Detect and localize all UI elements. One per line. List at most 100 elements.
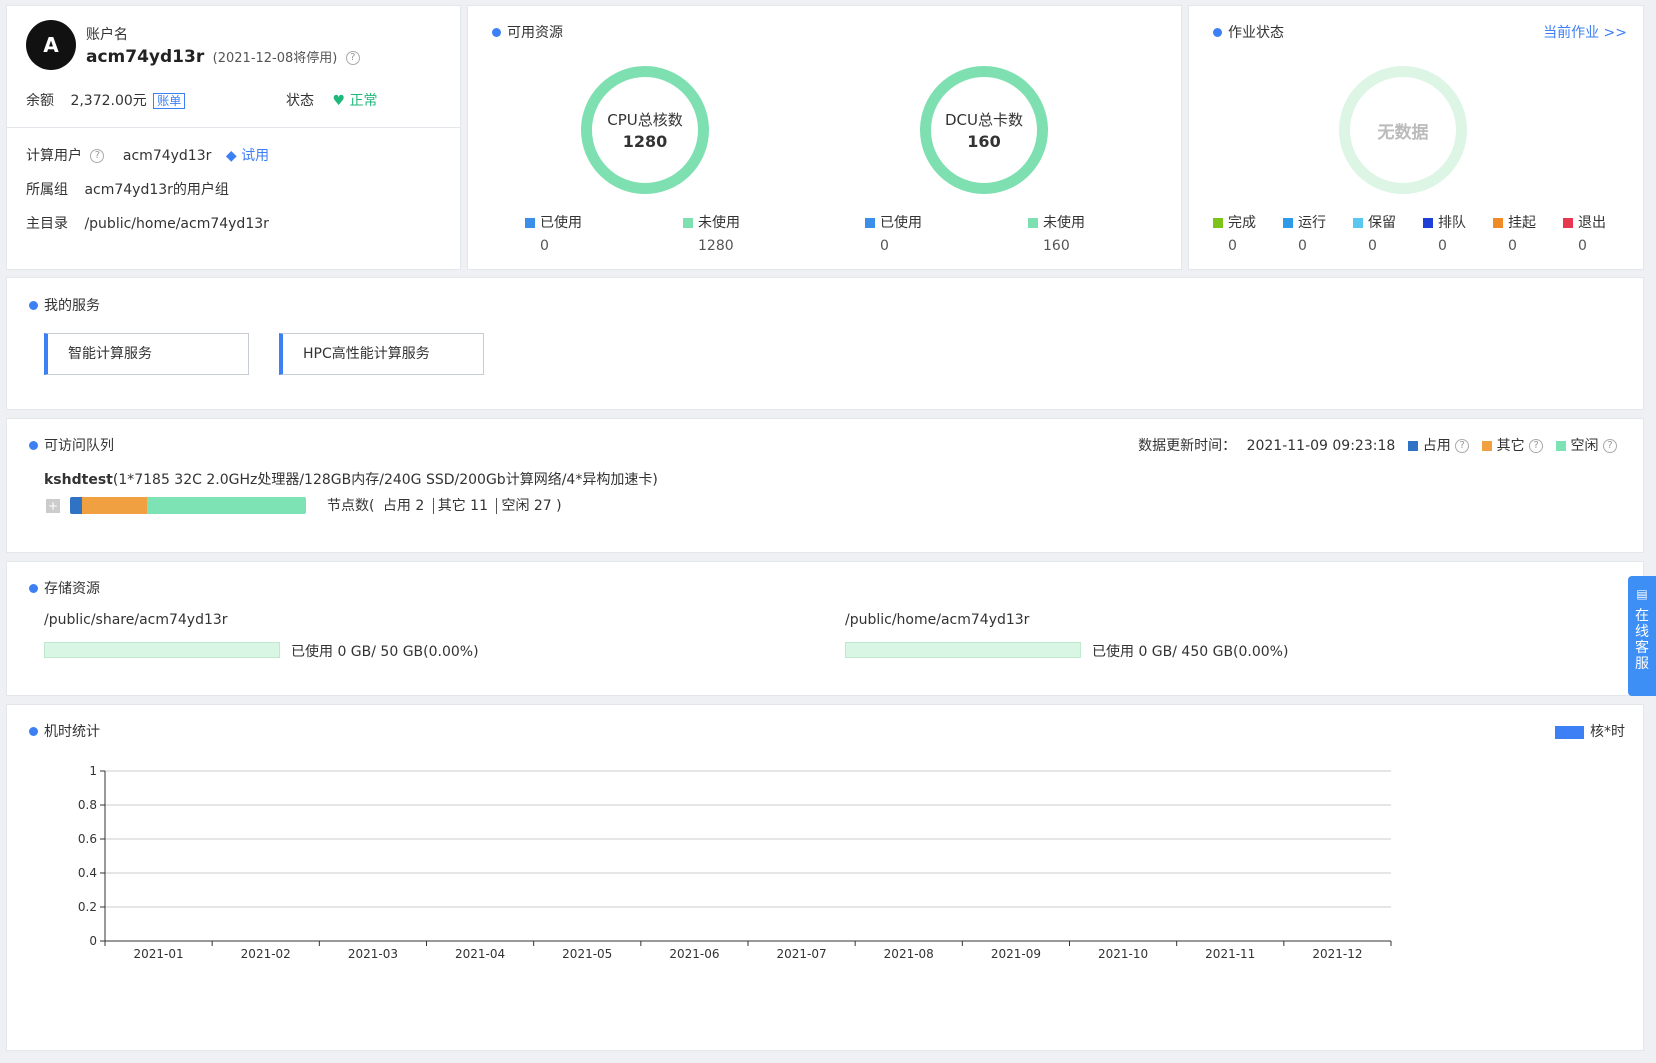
x-tick-label: 2021-03 — [348, 947, 398, 961]
job-state-5: 退出 0 — [1563, 212, 1606, 254]
services-card: 我的服务 智能计算服务 HPC高性能计算服务 — [6, 277, 1644, 410]
balance-value: 2,372.00元 — [70, 93, 147, 109]
cpu-total: 1280 — [622, 132, 668, 151]
account-card: A 账户名 acm74yd13r (2021-12-08将停用) ? 余额 2,… — [6, 5, 461, 270]
x-tick-label: 2021-10 — [1098, 947, 1148, 961]
queue-heading: kshdtest(1*7185 32C 2.0GHz处理器/128GB内存/24… — [44, 469, 658, 489]
job-state-swatch — [1283, 218, 1293, 228]
machine-time-title: 机时统计 — [29, 721, 100, 741]
help-icon[interactable]: ? — [345, 51, 360, 65]
update-label: 数据更新时间： — [1138, 438, 1237, 454]
jobs-title-text: 作业状态 — [1228, 25, 1284, 41]
home-value: /public/home/acm74yd13r — [84, 216, 269, 232]
y-tick-label: 0.6 — [78, 832, 97, 846]
x-tick-label: 2021-05 — [562, 947, 612, 961]
no-data-text: 无数据 — [1377, 122, 1429, 143]
trial-badge: 试用 — [241, 148, 270, 164]
resources-title: 可用资源 — [492, 22, 563, 42]
dcu-used-label: 已使用 — [880, 215, 922, 231]
used-swatch — [525, 218, 535, 228]
storage-path: /public/share/acm74yd13r — [44, 612, 228, 628]
side-tab-char: 线 — [1635, 624, 1649, 640]
cpu-used-label: 已使用 — [540, 215, 582, 231]
job-state-4: 挂起 0 — [1493, 212, 1536, 254]
jobs-card: 作业状态 当前作业 >> 无数据 完成 0 运行 0 保留 0 排队 0 挂起 0 退出 0 — [1188, 5, 1644, 270]
idle-swatch — [1555, 441, 1566, 451]
chart-legend[interactable]: 核*时 — [1555, 721, 1625, 741]
account-label: 账户名 — [86, 27, 128, 43]
job-state-swatch — [1213, 218, 1223, 228]
job-state-value: 0 — [1578, 238, 1587, 254]
expire-note: (2021-12-08将停用) — [212, 51, 338, 66]
y-tick-label: 0.8 — [78, 798, 97, 812]
node-other: 其它 11 — [432, 498, 488, 514]
legend-swatch — [1555, 725, 1584, 739]
y-tick-label: 1 — [89, 764, 97, 778]
node-prefix: 节点数( — [327, 498, 375, 514]
compute-user-label: 计算用户 — [26, 148, 82, 164]
ai-compute-service-button[interactable]: 智能计算服务 — [44, 333, 249, 375]
cpu-ring: CPU总核数 1280 — [581, 66, 709, 194]
job-state-swatch — [1353, 218, 1363, 228]
account-name-text: acm74yd13r — [86, 47, 205, 67]
queues-title: 可访问队列 — [29, 435, 114, 455]
hpc-service-button[interactable]: HPC高性能计算服务 — [279, 333, 484, 375]
job-state-label: 挂起 — [1508, 215, 1536, 231]
help-icon[interactable]: ? — [1603, 439, 1617, 453]
queue-update-info: 数据更新时间： 2021-11-09 09:23:18 占用 ? 其它 ? 空闲… — [1138, 435, 1617, 455]
avatar: A — [26, 20, 76, 70]
job-state-value: 0 — [1438, 238, 1447, 254]
job-state-swatch — [1423, 218, 1433, 228]
side-tab-char: 服 — [1635, 656, 1649, 672]
unused-swatch — [683, 218, 693, 228]
compute-user-row: 计算用户 ? acm74yd13r ◆ 试用 — [26, 145, 269, 165]
update-time: 2021-11-09 09:23:18 — [1246, 438, 1396, 454]
help-icon[interactable]: ? — [1455, 439, 1470, 453]
cpu-label: CPU总核数 — [607, 111, 683, 129]
bill-link[interactable]: 账单 — [153, 93, 186, 109]
node-counts: 节点数( 占用 2 其它 11 空闲 27 ) — [327, 495, 562, 515]
cpu-used-value: 0 — [540, 238, 549, 254]
job-state-swatch — [1493, 218, 1503, 228]
help-icon[interactable]: ? — [1529, 439, 1544, 453]
services-title: 我的服务 — [29, 295, 100, 315]
job-state-label: 退出 — [1578, 215, 1606, 231]
used-swatch — [1407, 441, 1418, 451]
dcu-label: DCU总卡数 — [944, 111, 1023, 129]
cpu-unused: 未使用 1280 — [683, 212, 740, 254]
storage-card: 存储资源 /public/share/acm74yd13r 已使用 0 GB/ … — [6, 561, 1644, 696]
help-icon[interactable]: ? — [90, 149, 105, 163]
account-name: acm74yd13r (2021-12-08将停用) ? — [86, 47, 360, 67]
group-value: acm74yd13r的用户组 — [84, 182, 229, 198]
storage-bar — [44, 642, 280, 658]
machine-time-title-text: 机时统计 — [44, 724, 100, 740]
home-label: 主目录 — [26, 216, 68, 232]
node-usage-bar — [70, 497, 306, 514]
group-label: 所属组 — [26, 182, 68, 198]
dcu-unused-label: 未使用 — [1043, 215, 1085, 231]
dcu-used-value: 0 — [880, 238, 889, 254]
chat-icon: ▤ — [1636, 587, 1648, 601]
side-tab-char: 客 — [1635, 640, 1649, 656]
storage-path: /public/home/acm74yd13r — [845, 612, 1030, 628]
expand-icon[interactable]: + — [46, 499, 60, 513]
status-row: 状态 ♥ 正常 — [286, 90, 377, 110]
online-service-tab[interactable]: ▤ 在 线 客 服 — [1628, 576, 1656, 696]
x-tick-label: 2021-12 — [1312, 947, 1362, 961]
storage-usage: 已使用 0 GB/ 50 GB(0.00%) — [291, 644, 479, 660]
job-state-value: 0 — [1368, 238, 1377, 254]
node-bar-idle — [146, 497, 306, 514]
y-tick-label: 0.4 — [78, 866, 97, 880]
job-state-value: 0 — [1298, 238, 1307, 254]
job-state-label: 保留 — [1368, 215, 1396, 231]
current-jobs-link[interactable]: 当前作业 >> — [1543, 22, 1627, 42]
side-tab-char: 在 — [1635, 608, 1649, 624]
dcu-ring: DCU总卡数 160 — [920, 66, 1048, 194]
resources-title-text: 可用资源 — [507, 25, 563, 41]
queues-title-text: 可访问队列 — [44, 438, 114, 454]
cpu-used: 已使用 0 — [525, 212, 582, 254]
legend-used: 占用 — [1422, 438, 1451, 454]
balance-row: 余额 2,372.00元 账单 — [26, 90, 186, 110]
dcu-unused: 未使用 160 — [1028, 212, 1085, 254]
job-state-swatch — [1563, 218, 1573, 228]
